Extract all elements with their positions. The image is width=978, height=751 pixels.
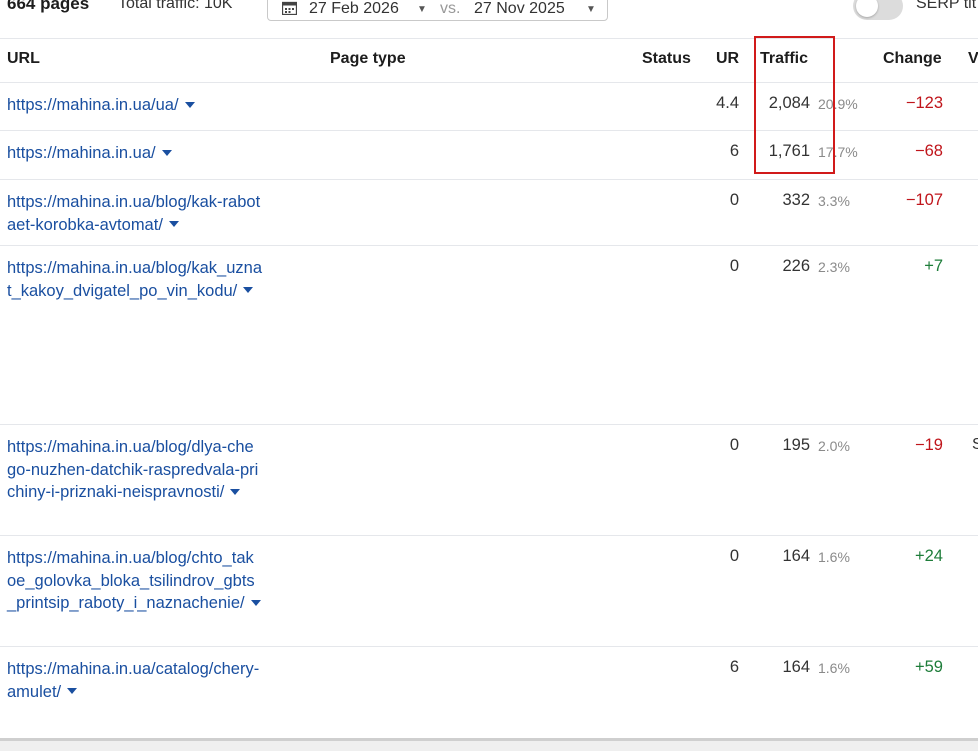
change-value: +24	[915, 547, 943, 565]
column-header-url[interactable]: URL	[7, 50, 40, 68]
ur-value: 6	[729, 142, 739, 160]
ur-value: 0	[729, 547, 739, 565]
change-value: −123	[905, 94, 943, 112]
change-value: −107	[905, 191, 943, 209]
pages-count: 664 pages	[7, 0, 90, 13]
ur-value: 4.4	[716, 94, 739, 112]
traffic-percent: 1.6%	[818, 660, 850, 676]
change-value: −68	[915, 142, 943, 160]
toggle-knob	[856, 0, 878, 17]
chevron-down-icon: ▼	[586, 4, 596, 15]
traffic-percent: 17.7%	[818, 144, 858, 160]
traffic-percent: 3.3%	[818, 193, 850, 209]
caret-down-icon[interactable]	[67, 688, 78, 695]
caret-down-icon[interactable]	[243, 287, 254, 294]
column-header-page-type[interactable]: Page type	[330, 50, 406, 68]
chevron-down-icon: ▼	[417, 4, 427, 15]
table-row: https://mahina.in.ua/blog/dlya-chego-nuz…	[0, 425, 978, 536]
caret-down-icon[interactable]	[230, 488, 241, 495]
table-row: https://mahina.in.ua/ 6 1,761 17.7% −68	[0, 131, 978, 180]
truncated-cell: S	[972, 436, 978, 453]
url-link[interactable]: https://mahina.in.ua/blog/kak-rabotaet-k…	[7, 191, 262, 236]
url-link[interactable]: https://mahina.in.ua/catalog/chery-amule…	[7, 658, 262, 703]
change-value: −19	[915, 436, 943, 454]
traffic-value: 332	[782, 191, 810, 209]
url-link[interactable]: https://mahina.in.ua/blog/dlya-chego-nuz…	[7, 436, 262, 504]
caret-down-icon[interactable]	[161, 149, 172, 156]
ur-value: 0	[729, 257, 739, 275]
summary-bar: 664 pages Total traffic: 10K 27 Feb 2026…	[0, 0, 978, 39]
ur-value: 6	[729, 658, 739, 676]
current-date[interactable]: 27 Feb 2026	[309, 0, 399, 18]
table-row: https://mahina.in.ua/catalog/chery-amule…	[0, 647, 978, 738]
column-header-ur[interactable]: UR	[716, 50, 739, 68]
calendar-icon	[282, 1, 297, 15]
caret-down-icon[interactable]	[168, 221, 179, 228]
date-range-picker[interactable]: 27 Feb 2026 ▼ vs. 27 Nov 2025 ▼	[267, 0, 608, 21]
traffic-percent: 2.0%	[818, 438, 850, 454]
table-row: https://mahina.in.ua/blog/kak_uznat_kako…	[0, 246, 978, 425]
traffic-value: 1,761	[768, 142, 810, 160]
column-header-change[interactable]: Change	[883, 50, 942, 68]
traffic-value: 195	[782, 436, 810, 454]
traffic-percent: 2.3%	[818, 259, 850, 275]
url-link[interactable]: https://mahina.in.ua/blog/kak_uznat_kako…	[7, 257, 262, 302]
url-link[interactable]: https://mahina.in.ua/	[7, 142, 262, 165]
change-value: +7	[924, 257, 943, 275]
traffic-percent: 1.6%	[818, 549, 850, 565]
caret-down-icon[interactable]	[250, 599, 261, 606]
table-row: https://mahina.in.ua/ua/ 4.4 2,084 20.9%…	[0, 83, 978, 131]
column-header-traffic[interactable]: Traffic	[760, 50, 808, 68]
traffic-value: 164	[782, 547, 810, 565]
url-link[interactable]: https://mahina.in.ua/ua/	[7, 94, 262, 117]
vs-label: vs.	[440, 0, 461, 17]
horizontal-scrollbar[interactable]	[0, 738, 978, 751]
total-traffic: Total traffic: 10K	[118, 0, 233, 12]
url-link[interactable]: https://mahina.in.ua/blog/chto_takoe_gol…	[7, 547, 262, 615]
ur-value: 0	[729, 436, 739, 454]
traffic-percent: 20.9%	[818, 96, 858, 112]
column-header-status[interactable]: Status	[642, 50, 691, 68]
serp-toggle-label: SERP tit	[916, 0, 977, 12]
traffic-value: 2,084	[768, 94, 810, 112]
traffic-value: 164	[782, 658, 810, 676]
table-row: https://mahina.in.ua/blog/chto_takoe_gol…	[0, 536, 978, 647]
caret-down-icon[interactable]	[184, 101, 195, 108]
column-header-truncated[interactable]: V	[968, 50, 978, 68]
compare-date[interactable]: 27 Nov 2025	[474, 0, 565, 18]
table-row: https://mahina.in.ua/blog/kak-rabotaet-k…	[0, 180, 978, 246]
traffic-value: 226	[782, 257, 810, 275]
serp-toggle[interactable]	[853, 0, 903, 20]
change-value: +59	[915, 658, 943, 676]
ur-value: 0	[729, 191, 739, 209]
